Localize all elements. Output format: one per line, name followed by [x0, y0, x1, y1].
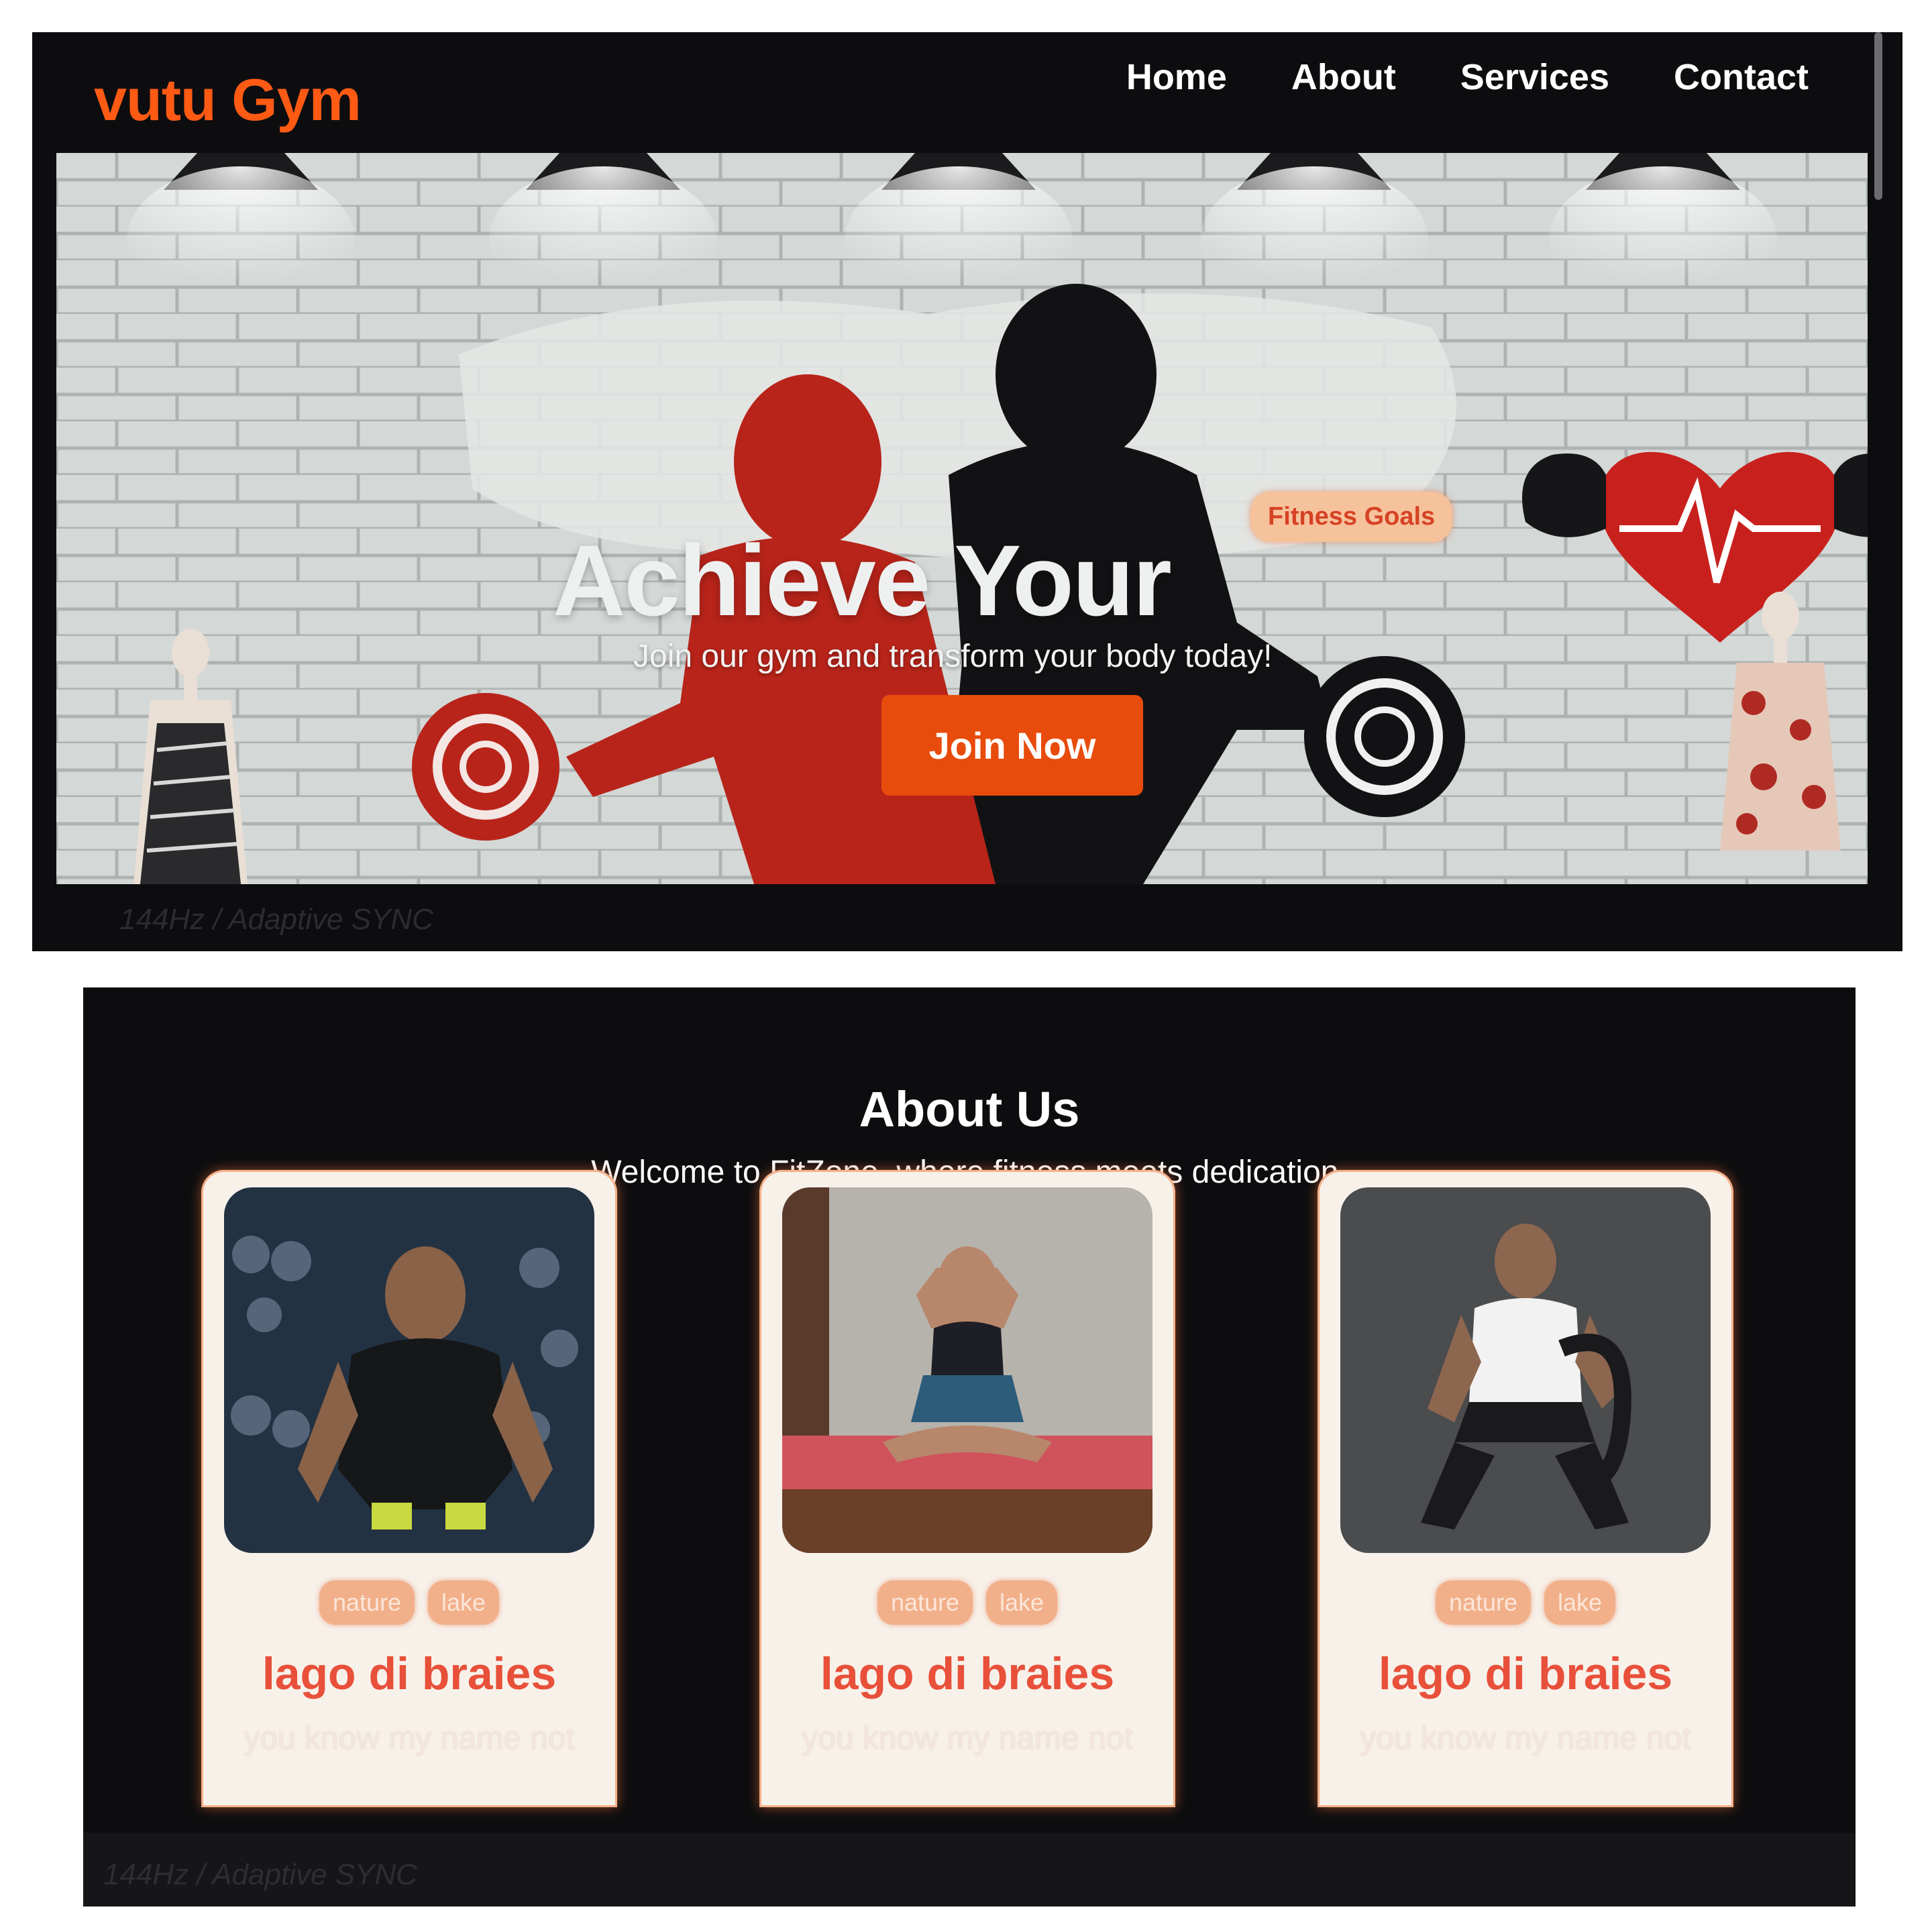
tag-nature[interactable]: nature: [319, 1580, 415, 1625]
fitness-goals-badge: Fitness Goals: [1250, 492, 1453, 542]
hero-subtitle: Join our gym and transform your body tod…: [633, 639, 1273, 674]
monitor-bezel-label: 144Hz / Adaptive SYNC: [103, 1858, 417, 1891]
about-screen-photo: About Us Welcome to FitZone, where fitne…: [83, 987, 1856, 1907]
about-card[interactable]: nature lake lago di braies you know my n…: [1318, 1170, 1733, 1807]
about-card[interactable]: nature lake lago di braies you know my n…: [201, 1170, 617, 1807]
tag-lake[interactable]: lake: [1544, 1580, 1616, 1625]
hero-title: Achieve Your: [553, 523, 1172, 637]
nav-services-link[interactable]: Services: [1460, 56, 1609, 98]
monitor-bezel-label: 144Hz / Adaptive SYNC: [119, 903, 433, 936]
brand-logo[interactable]: vutu Gym: [94, 66, 362, 134]
card-image-battle-rope: [1340, 1187, 1711, 1553]
card-title: lago di braies: [262, 1648, 557, 1699]
card-title: lago di braies: [1378, 1648, 1673, 1699]
card-tags: nature lake: [1318, 1580, 1733, 1625]
tag-lake[interactable]: lake: [986, 1580, 1058, 1625]
tag-nature[interactable]: nature: [1435, 1580, 1532, 1625]
nav-contact-link[interactable]: Contact: [1674, 56, 1809, 98]
main-nav: Home About Services Contact: [1126, 56, 1809, 98]
hero-section: Achieve Your Fitness Goals Join our gym …: [56, 153, 1868, 884]
join-now-button[interactable]: Join Now: [881, 695, 1143, 796]
card-tags: nature lake: [759, 1580, 1175, 1625]
card-description: you know my name not: [1360, 1721, 1691, 1756]
tag-nature[interactable]: nature: [877, 1580, 973, 1625]
hero-screen-photo: vutu Gym Home About Services Contact Ach…: [32, 32, 1902, 951]
card-image-yoga-woman: [782, 1187, 1152, 1553]
page-scrollbar[interactable]: [1874, 32, 1882, 200]
card-description: you know my name not: [802, 1721, 1133, 1756]
card-image-athlete-gym: [224, 1187, 594, 1553]
card-description: you know my name not: [244, 1721, 575, 1756]
about-card[interactable]: nature lake lago di braies you know my n…: [759, 1170, 1175, 1807]
tag-lake[interactable]: lake: [428, 1580, 500, 1625]
nav-home-link[interactable]: Home: [1126, 56, 1227, 98]
about-title: About Us: [859, 1081, 1080, 1138]
card-tags: nature lake: [201, 1580, 617, 1625]
monitor-bezel: 144Hz / Adaptive SYNC: [83, 1833, 1856, 1907]
card-title: lago di braies: [820, 1648, 1115, 1699]
nav-about-link[interactable]: About: [1291, 56, 1396, 98]
